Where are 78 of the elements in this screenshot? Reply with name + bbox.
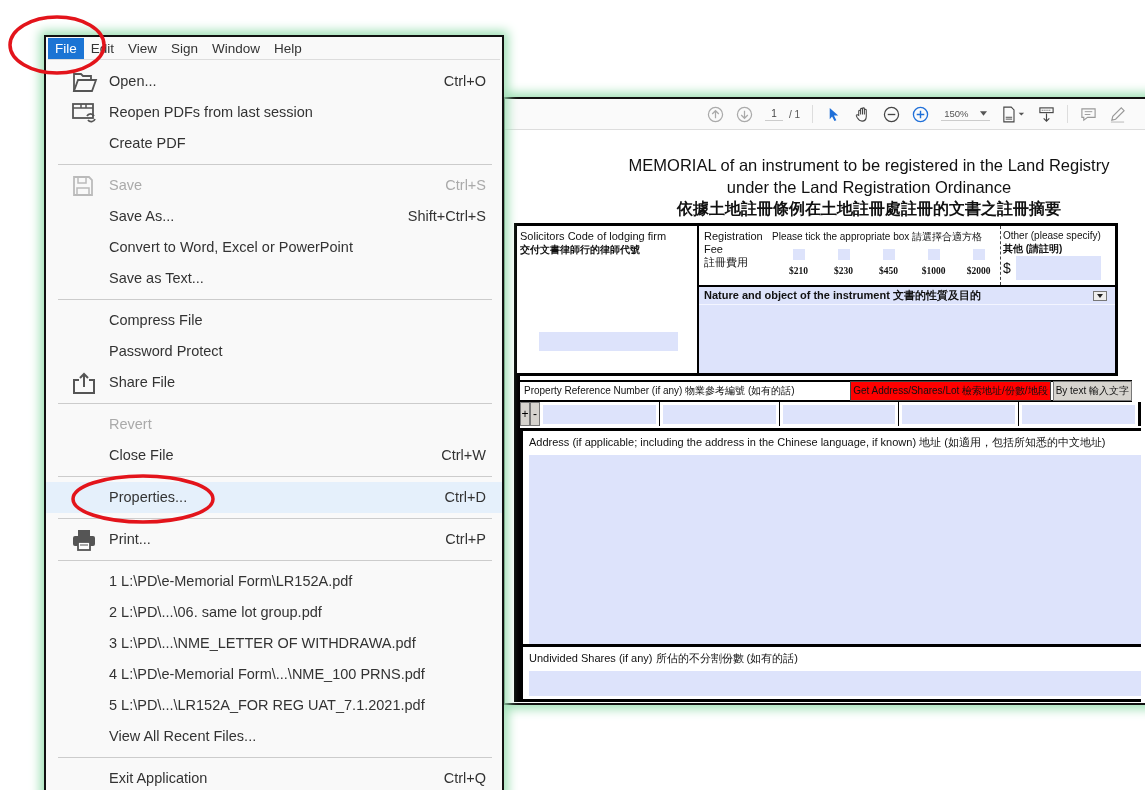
menu-item[interactable]: Password Protect — [46, 336, 502, 367]
menu-item[interactable]: Compress File — [46, 305, 502, 336]
field-label: Nature and object of the instrument 文書的性質及目的 — [704, 289, 981, 302]
field-label: 註冊費用 — [704, 256, 749, 269]
fee-amount: $1000 — [921, 266, 946, 276]
field-label: Property Reference Number (if any) 物業參考編號 (如有的話) — [524, 384, 796, 398]
menu-bar-item[interactable]: Sign — [164, 37, 206, 59]
menu-bar-item[interactable]: Help — [267, 37, 309, 59]
form-title: under the Land Registration Ordinance — [725, 177, 1013, 198]
menu-item[interactable]: Print... Ctrl+P — [46, 524, 502, 555]
field-label: 交付文書律師行的律師代號 — [520, 243, 641, 256]
fee-checkbox[interactable] — [927, 249, 940, 260]
zoom-in-icon[interactable] — [912, 105, 930, 123]
menu-item[interactable]: Save As... Shift+Ctrl+S — [46, 201, 502, 232]
address-field[interactable] — [529, 455, 1141, 644]
menu-item[interactable]: 4 L:\PD\e-Memorial Form\...\NME_100 PRNS.pdf — [46, 659, 502, 690]
menu-item[interactable]: Convert to Word, Excel or PowerPoint — [46, 232, 502, 263]
field-label: Undivided Shares (if any) 所佔的不分割份數 (如有的話) — [529, 651, 799, 666]
fee-checkbox[interactable] — [882, 249, 895, 260]
pen-icon[interactable] — [1109, 105, 1127, 123]
menu-item[interactable]: Save as Text... — [46, 263, 502, 294]
folder-icon — [72, 70, 98, 93]
menu-item[interactable]: Properties... Ctrl+D — [46, 482, 502, 513]
page-total: / 1 — [789, 108, 801, 120]
menu-item[interactable]: Create PDF — [46, 128, 502, 159]
fee-checkbox[interactable] — [792, 249, 805, 260]
fee-checkbox[interactable] — [972, 249, 985, 260]
field-label: Solicitors Code of lodging firm — [520, 230, 668, 243]
remove-button[interactable]: - — [530, 402, 540, 426]
dropdown-icon[interactable] — [1093, 290, 1107, 301]
menu-item[interactable]: Open... Ctrl+O — [46, 66, 502, 97]
menu-item[interactable]: 2 L:\PD\...\06. same lot group.pdf — [46, 597, 502, 628]
menu-item[interactable]: Close File Ctrl+W — [46, 440, 502, 471]
menu-bar-item[interactable]: View — [121, 37, 165, 59]
property-ref-field[interactable] — [902, 405, 1016, 424]
share-icon — [72, 371, 96, 394]
fee-amount: $450 — [879, 266, 898, 276]
instruction-text: Please tick the appropriate box 請選擇合適方格 — [772, 230, 984, 244]
property-ref-field[interactable] — [662, 405, 776, 424]
menu-item[interactable]: 1 L:\PD\e-Memorial Form\LR152A.pdf — [46, 566, 502, 597]
caret-icon — [980, 111, 988, 116]
reopen-icon — [72, 101, 98, 124]
page-number-field[interactable]: 1 — [765, 107, 783, 121]
field-label: 其他 (請註明) — [1003, 242, 1064, 255]
nature-field[interactable]: Nature and object of the instrument 文書的性質及目的 — [699, 287, 1115, 373]
get-address-button[interactable]: Get Address/Shares/Lot 檢索地址/份數/地段 — [850, 381, 1051, 401]
menu-item[interactable]: Exit Application Ctrl+Q — [46, 763, 502, 790]
shares-field[interactable] — [529, 671, 1141, 696]
form-title: MEMORIAL of an instrument to be registered in the Land Registry — [627, 155, 1111, 176]
menu-item[interactable]: View All Recent Files... — [46, 721, 502, 752]
zoom-dropdown[interactable]: 150% — [941, 107, 991, 121]
other-fee-field[interactable] — [1015, 256, 1101, 280]
property-ref-field[interactable] — [1022, 405, 1135, 424]
fee-amount: $210 — [789, 266, 808, 276]
field-label: Fee — [704, 243, 724, 256]
currency-sign: $ — [1003, 260, 1011, 276]
comment-icon[interactable] — [1080, 105, 1098, 123]
add-button[interactable]: + — [520, 402, 530, 426]
printer-icon — [72, 528, 96, 551]
field-label: Address (if applicable; including the address in the Chinese language, if known) 地址 (如適用，包括所知悉的中文地址) — [529, 435, 1107, 450]
fee-amount: $2000 — [966, 266, 991, 276]
menu-item[interactable]: 3 L:\PD\...\NME_LETTER OF WITHDRAWA.pdf — [46, 628, 502, 659]
form-title: 依據土地註冊條例在土地註冊處註冊的文書之註冊摘要 — [675, 199, 1062, 219]
field-label: Registration — [704, 230, 764, 243]
by-text-button[interactable]: By text 輸入文字 — [1052, 381, 1132, 401]
menu-bar-item[interactable]: Window — [205, 37, 268, 59]
solicitor-code-field[interactable] — [539, 332, 678, 351]
zoom-out-icon[interactable] — [883, 105, 901, 123]
scroll-mode-icon[interactable] — [1038, 105, 1056, 123]
menu-item[interactable]: 5 L:\PD\...\LR152A_FOR REG UAT_7.1.2021.pdf — [46, 690, 502, 721]
property-ref-field[interactable] — [782, 405, 896, 424]
fee-checkbox[interactable] — [837, 249, 850, 260]
menu-item[interactable]: Reopen PDFs from last session — [46, 97, 502, 128]
menu-item[interactable]: Share File — [46, 367, 502, 398]
field-label: Other (please specify) — [1003, 229, 1102, 242]
menu-bar-item[interactable]: File — [48, 37, 84, 59]
fee-amount: $230 — [834, 266, 853, 276]
property-ref-field[interactable] — [543, 405, 656, 424]
